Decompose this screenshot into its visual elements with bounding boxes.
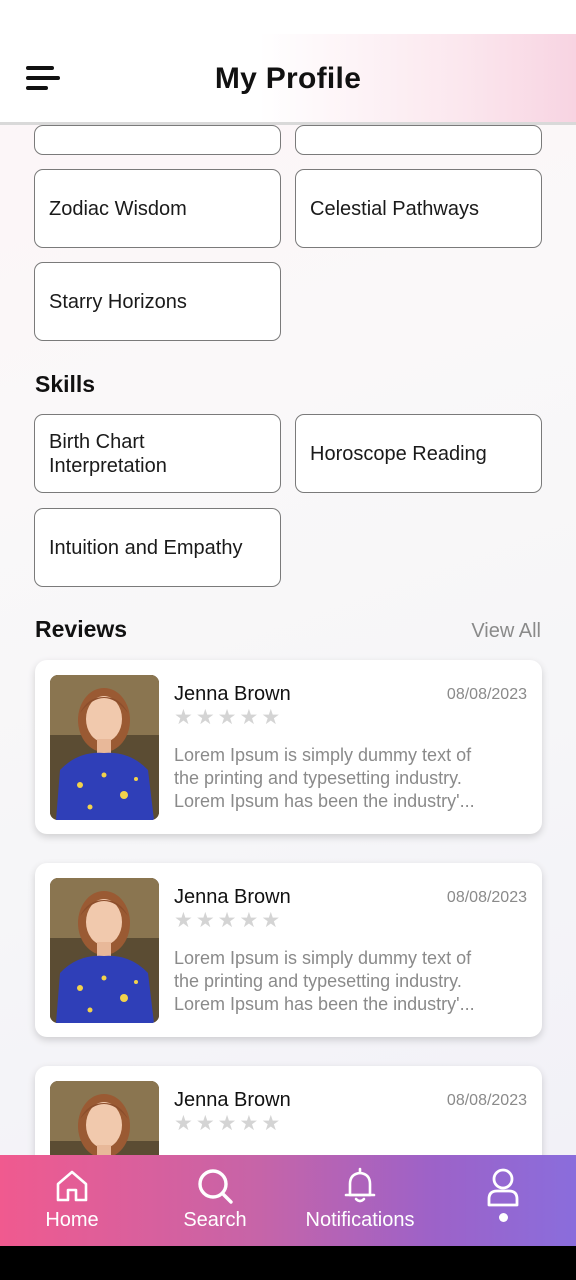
nav-search[interactable]: Search <box>163 1155 267 1246</box>
reviewer-avatar <box>50 675 159 820</box>
nav-home[interactable]: Home <box>20 1155 124 1246</box>
star-icon: ★ <box>195 909 215 932</box>
review-text-line: Lorem Ipsum is simply dummy text of <box>174 948 472 968</box>
specialty-chip <box>295 125 542 155</box>
star-icon: ★ <box>217 1112 237 1135</box>
search-icon <box>198 1169 233 1204</box>
review-date: 08/08/2023 <box>446 1092 527 1109</box>
reviewer-avatar <box>50 878 159 1023</box>
star-icon: ★ <box>174 1112 193 1135</box>
reviews-heading: Reviews <box>35 616 128 642</box>
star-icon: ★ <box>195 706 215 729</box>
system-navigation-bar <box>0 1246 576 1280</box>
profile-screen: My Profile Zodiac Wisdom Celestial Pathw… <box>0 34 576 1246</box>
review-card[interactable]: Jenna Brown 08/08/2023 ★ ★ ★ ★ ★ <box>35 1066 542 1155</box>
skill-chip: Intuition and Empathy <box>34 508 281 587</box>
star-icon: ★ <box>217 706 237 729</box>
reviewer-name: Jenna Brown <box>174 683 291 705</box>
review-card[interactable]: Jenna Brown 08/08/2023 ★ ★ ★ ★ ★ Lorem I… <box>35 660 542 834</box>
review-text-line: Lorem Ipsum has been the industry'... <box>174 994 475 1014</box>
bell-icon <box>344 1167 376 1203</box>
review-date: 08/08/2023 <box>446 889 527 906</box>
nav-search-label: Search <box>183 1209 247 1231</box>
user-icon <box>487 1168 519 1207</box>
reviewer-photo <box>50 1081 159 1155</box>
reviewer-photo <box>50 675 159 820</box>
status-bar <box>0 0 576 34</box>
nav-profile[interactable] <box>463 1155 543 1246</box>
reviewer-photo <box>50 878 159 1023</box>
skill-chip: Horoscope Reading <box>295 414 542 493</box>
bottom-nav: Home Search Notifications <box>0 1155 576 1246</box>
star-icon: ★ <box>239 909 259 932</box>
star-icon: ★ <box>195 1112 215 1135</box>
profile-content[interactable]: Zodiac Wisdom Celestial Pathways Starry … <box>0 125 576 1155</box>
review-text-line: Lorem Ipsum has been the industry'... <box>174 791 475 811</box>
star-icon: ★ <box>261 706 281 729</box>
review-card[interactable]: Jenna Brown 08/08/2023 ★ ★ ★ ★ ★ Lorem I… <box>35 863 542 1037</box>
skill-chip: Birth Chart Interpretation <box>34 414 281 493</box>
review-text: Lorem Ipsum is simply dummy text of the … <box>174 744 529 813</box>
star-icon: ★ <box>261 1112 281 1135</box>
star-icon: ★ <box>261 909 281 932</box>
review-text-line: Lorem Ipsum is simply dummy text of <box>174 745 472 765</box>
skills-heading: Skills <box>35 371 96 397</box>
home-icon <box>56 1170 88 1202</box>
review-text-line: the printing and typesetting industry. <box>174 971 462 991</box>
star-icon: ★ <box>239 1112 259 1135</box>
nav-home-label: Home <box>45 1209 99 1231</box>
specialty-chip: Zodiac Wisdom <box>34 169 281 248</box>
review-date: 08/08/2023 <box>446 686 527 703</box>
star-icon: ★ <box>174 706 193 729</box>
nav-notifications[interactable]: Notifications <box>290 1155 430 1246</box>
reviewer-name: Jenna Brown <box>174 886 291 908</box>
star-rating: ★ ★ ★ ★ ★ <box>174 1112 280 1136</box>
star-icon: ★ <box>239 706 259 729</box>
page-title: My Profile <box>214 62 362 95</box>
app-header: My Profile <box>0 34 576 125</box>
specialty-chip: Celestial Pathways <box>295 169 542 248</box>
reviewer-name: Jenna Brown <box>174 1089 291 1111</box>
reviewer-avatar <box>50 1081 159 1155</box>
view-all-link[interactable]: View All <box>471 620 541 643</box>
star-icon: ★ <box>217 909 237 932</box>
specialty-chip: Starry Horizons <box>34 262 281 341</box>
star-rating: ★ ★ ★ ★ ★ <box>174 706 280 730</box>
specialty-chip <box>34 125 281 155</box>
star-icon: ★ <box>174 909 193 932</box>
review-text-line: the printing and typesetting industry. <box>174 768 462 788</box>
star-rating: ★ ★ ★ ★ ★ <box>174 909 280 933</box>
nav-notifications-label: Notifications <box>305 1209 415 1231</box>
review-text: Lorem Ipsum is simply dummy text of the … <box>174 947 529 1016</box>
active-indicator-dot <box>498 1213 508 1222</box>
